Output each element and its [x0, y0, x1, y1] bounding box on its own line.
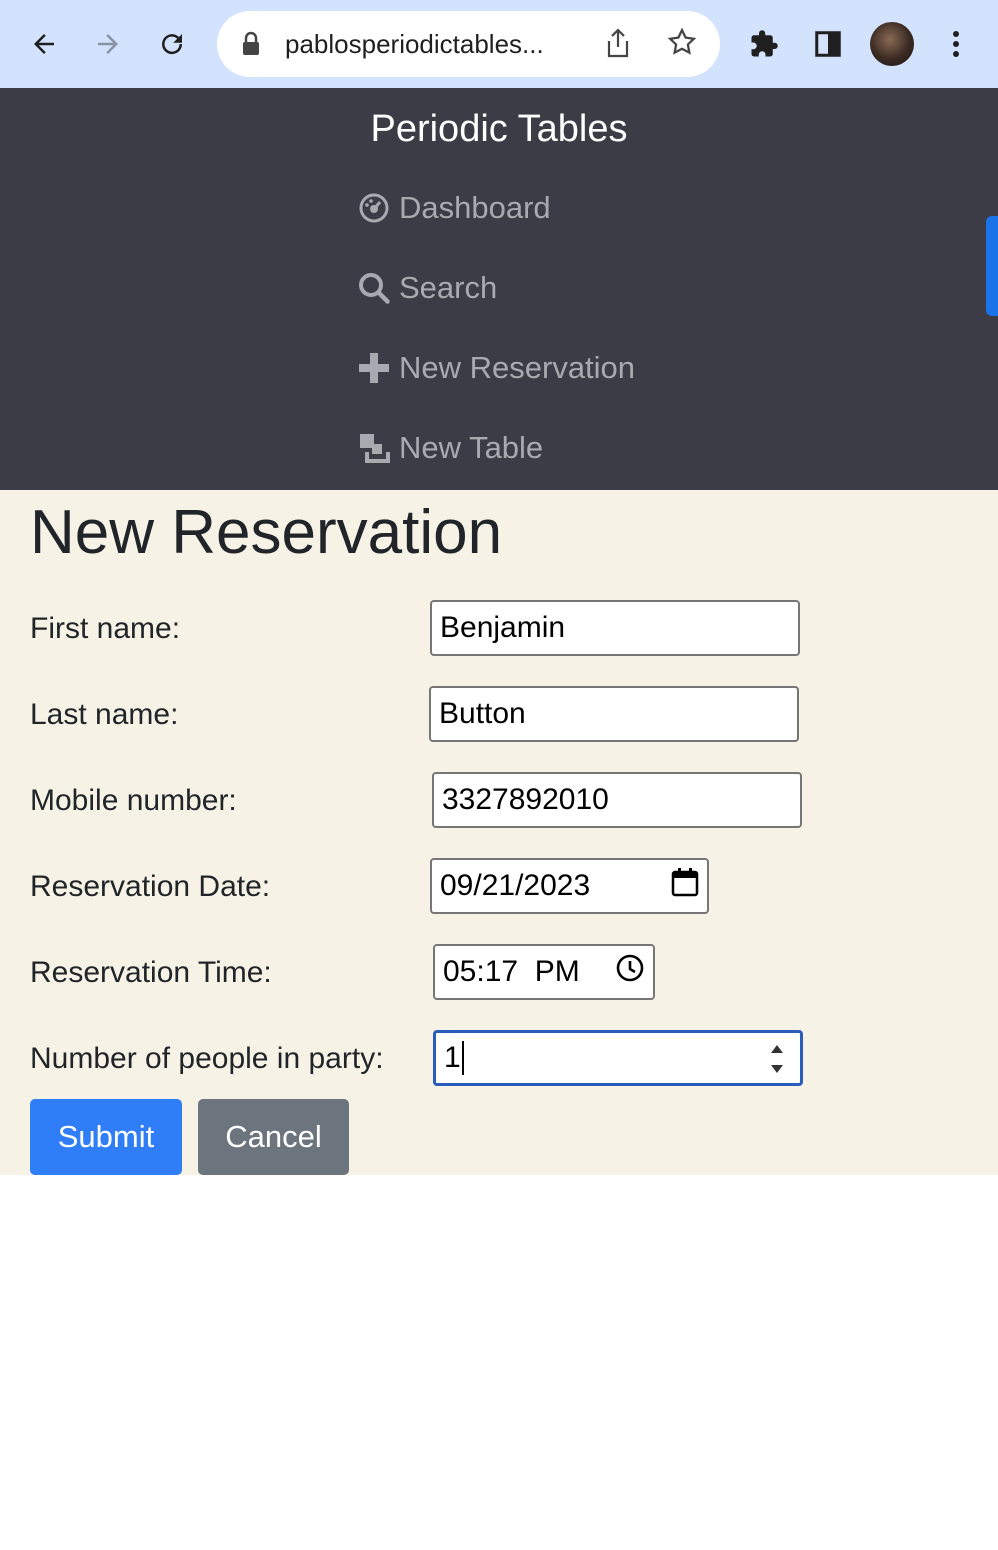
first-name-value: Benjamin — [440, 611, 566, 644]
layers-icon — [357, 431, 391, 465]
profile-avatar[interactable] — [870, 22, 914, 66]
mobile-number-label: Mobile number: — [30, 784, 237, 817]
address-bar[interactable]: pablosperiodictables... — [217, 11, 720, 77]
submit-button[interactable]: Submit — [30, 1099, 182, 1175]
scrollbar-thumb[interactable] — [986, 216, 998, 316]
back-arrow-icon[interactable] — [22, 22, 66, 66]
page-title: New Reservation — [30, 498, 503, 567]
calendar-icon[interactable] — [671, 867, 699, 905]
party-size-value: 1 — [444, 1041, 461, 1074]
nav-item-label: Dashboard — [399, 190, 551, 225]
reservation-time-input[interactable]: 05:17 PM — [433, 944, 655, 1000]
nav-item-label: New Table — [399, 430, 544, 465]
reservation-date-label: Reservation Date: — [30, 870, 271, 903]
forward-arrow-icon[interactable] — [86, 22, 130, 66]
dashboard-icon — [357, 191, 391, 225]
last-name-label: Last name: — [30, 698, 179, 731]
cancel-button[interactable]: Cancel — [198, 1099, 349, 1175]
plus-icon — [357, 351, 391, 385]
search-icon — [357, 271, 391, 305]
clock-icon[interactable] — [582, 919, 645, 1025]
reservation-date-input[interactable]: 09/21/2023 — [430, 858, 709, 914]
reservation-time-label: Reservation Time: — [30, 956, 272, 989]
lock-icon — [241, 31, 261, 62]
party-size-input[interactable]: 1 — [433, 1030, 803, 1086]
nav-item-search[interactable]: Search — [357, 270, 497, 306]
nav-item-label: Search — [399, 270, 498, 305]
bookmark-star-icon[interactable] — [667, 27, 697, 62]
reservation-time-value: 05:17 PM — [443, 955, 580, 988]
brand-title[interactable]: Periodic Tables — [0, 108, 998, 151]
party-size-label: Number of people in party: — [30, 1042, 384, 1075]
reservation-date-value: 09/21/2023 — [440, 869, 591, 902]
first-name-input[interactable]: Benjamin — [430, 600, 800, 656]
last-name-input[interactable]: Button — [429, 686, 799, 742]
url-text: pablosperiodictables... — [285, 29, 544, 59]
text-caret — [461, 1041, 464, 1075]
nav-item-new-table[interactable]: New Table — [357, 430, 543, 466]
nav-item-dashboard[interactable]: Dashboard — [357, 190, 551, 226]
mobile-number-input[interactable]: 3327892010 — [432, 772, 802, 828]
reload-icon[interactable] — [150, 22, 194, 66]
last-name-value: Button — [439, 697, 526, 730]
first-name-label: First name: — [30, 612, 181, 645]
nav-item-label: New Reservation — [399, 350, 636, 385]
number-stepper-icon[interactable] — [762, 1037, 792, 1081]
side-panel-icon[interactable] — [806, 22, 850, 66]
share-icon[interactable] — [605, 27, 631, 64]
mobile-number-value: 3327892010 — [442, 783, 609, 816]
nav-item-new-reservation[interactable]: New Reservation — [357, 350, 635, 386]
extensions-icon[interactable] — [742, 22, 786, 66]
browser-toolbar: pablosperiodictables... — [0, 0, 998, 89]
more-menu-icon[interactable] — [934, 22, 978, 66]
